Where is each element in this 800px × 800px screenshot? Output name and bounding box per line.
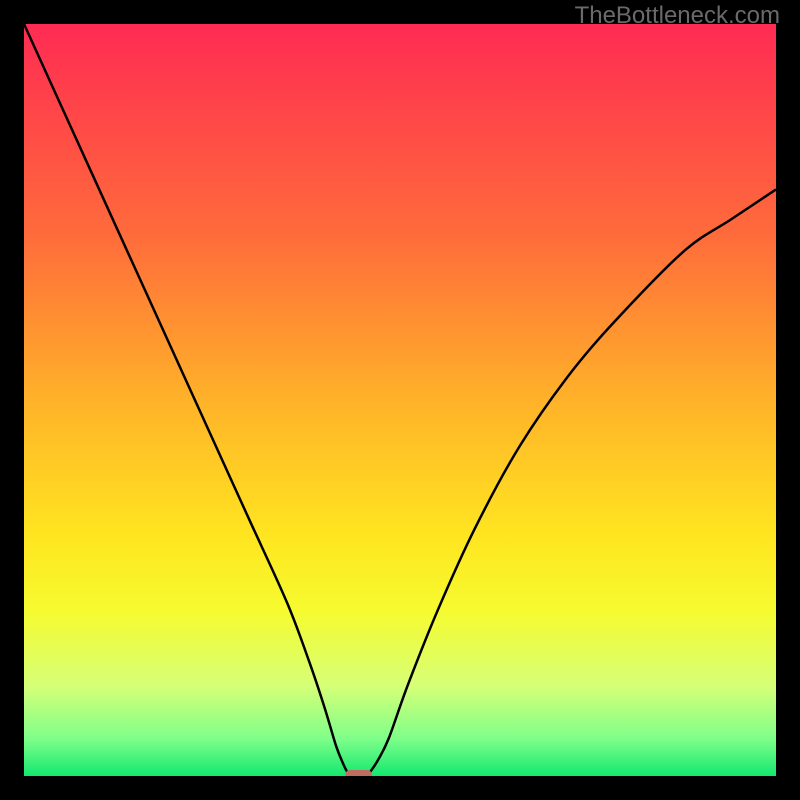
marker xyxy=(345,770,371,776)
chart-plot-area xyxy=(24,24,776,776)
chart-background xyxy=(24,24,776,776)
watermark-text: TheBottleneck.com xyxy=(575,2,780,30)
chart-svg xyxy=(24,24,776,776)
